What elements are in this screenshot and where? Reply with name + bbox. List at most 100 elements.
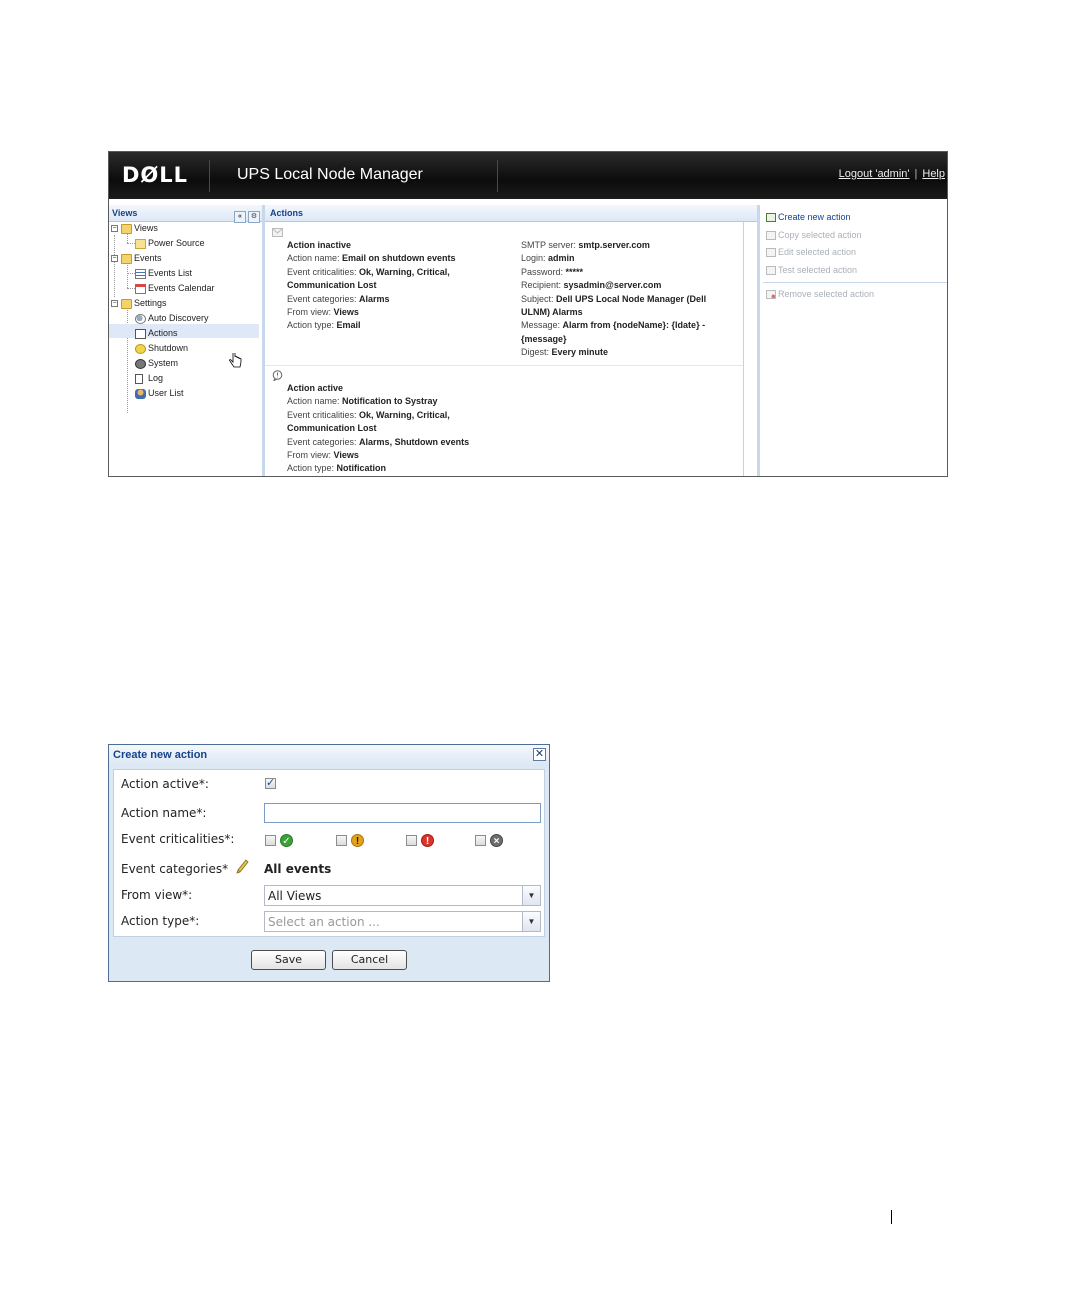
action-active-checkbox[interactable] [265,776,276,789]
tree-item-events-list[interactable]: Events List [135,267,192,280]
tree-line [127,262,128,288]
views-pane-header: Views «⚙ [109,205,262,223]
tree-item-settings[interactable]: Settings [121,297,167,310]
power-source-icon [135,238,146,249]
help-link[interactable]: Help [922,168,945,180]
tree-item-actions[interactable]: Actions [135,327,178,340]
field-label: SMTP server: [521,240,579,250]
dell-logo: DØLL [122,163,189,187]
criticality-ok-checkbox[interactable] [265,835,276,846]
warning-status-icon: ! [351,834,364,847]
from-view: Views [333,307,359,318]
categories: Alarms, Shutdown events [359,436,470,447]
tree-item-events-calendar[interactable]: Events Calendar [135,282,215,295]
collapse-toggle-icon[interactable]: − [111,255,118,262]
create-action-dialog: Create new action ✕ Action active*: Acti… [108,744,550,982]
collapse-icon[interactable]: « [234,211,246,223]
tree-line [127,288,135,289]
dialog-form: Action active*: Action name*: Event crit… [113,769,545,937]
tree-line [127,243,135,244]
criticality-comm-lost-checkbox[interactable] [475,835,486,846]
banner-separator [209,160,210,192]
action-name-input[interactable] [264,803,541,823]
action-divider [265,365,743,366]
recipient: sysadmin@server.com [563,280,662,291]
edit-action-label: Edit selected action [778,247,857,257]
action-type-select[interactable]: Select an action ... ▼ [264,911,541,932]
remove-action-button[interactable]: Remove selected action [766,288,874,300]
from-view-select[interactable]: All Views ▼ [264,885,541,906]
scrollbar[interactable] [743,222,744,476]
field-label: Digest: [521,347,552,358]
dialog-header: Create new action ✕ [109,745,549,766]
action-type-placeholder: Select an action ... [268,915,380,929]
gear-icon[interactable]: ⚙ [248,211,260,223]
remove-icon [766,290,776,300]
field-label: Action name: [287,396,343,407]
tree-item-power-source[interactable]: Power Source [135,237,205,250]
header-banner: DØLL UPS Local Node Manager Logout 'admi… [109,152,947,199]
pencil-icon[interactable] [235,859,249,875]
page-margin-mark [891,1210,892,1224]
critical-status-icon: ! [421,834,434,847]
create-action-label: Create new action [778,212,851,222]
create-action-button[interactable]: Create new action [766,211,851,223]
action-toolbar-pane: Create new action Copy selected action E… [760,205,947,476]
close-icon[interactable]: ✕ [533,748,546,761]
edit-action-button[interactable]: Edit selected action [766,246,856,258]
tree-label: Events [134,253,162,263]
tree-item-shutdown[interactable]: Shutdown [135,342,188,355]
criticality-warning-checkbox[interactable] [336,835,347,846]
list-icon [135,268,146,279]
field-label: Message: [521,320,563,331]
collapse-toggle-icon[interactable]: − [111,300,118,307]
field-label: Action name: [287,253,343,264]
tree-item-views[interactable]: Views [121,222,158,235]
tree-item-events[interactable]: Events [121,252,162,265]
action-item[interactable]: Action inactive Action name: Email on sh… [265,225,743,359]
test-action-button[interactable]: Test selected action [766,264,857,276]
criticality-critical-checkbox[interactable] [406,835,417,846]
tree-item-log[interactable]: Log [135,372,163,385]
tree-item-system[interactable]: System [135,357,178,370]
criticalities-cont: Communication Lost [287,423,377,434]
create-icon [766,213,776,223]
action-name: Email on shutdown events [342,253,456,264]
tree-label: Actions [148,328,178,338]
criticalities-cont: Communication Lost [287,280,377,291]
logout-link[interactable]: Logout 'admin' [839,168,910,180]
categories: Alarms [359,293,390,304]
action-type: Email [336,320,361,331]
action-status: Action active [287,383,344,393]
notification-icon [272,370,283,381]
users-icon [135,388,146,399]
chevron-down-icon[interactable]: ▼ [522,886,540,905]
log-icon [135,373,143,384]
actions-pane-header: Actions [265,205,757,222]
actions-pane: Actions Action inactive Action name: Ema… [265,205,760,476]
action-status: Action inactive [287,240,352,250]
tree-label: Settings [134,298,167,308]
cancel-button[interactable]: Cancel [332,950,407,970]
chevron-down-icon[interactable]: ▼ [522,912,540,931]
action-type: Notification [336,463,387,474]
collapse-toggle-icon[interactable]: − [111,225,118,232]
field-label: Recipient: [521,280,564,291]
tree-label: Auto Discovery [148,313,209,323]
action-name-label: Action name*: [121,806,207,820]
selected-row-highlight [109,324,259,338]
tree-item-user-list[interactable]: User List [135,387,184,400]
field-label: From view: [287,450,334,461]
save-button[interactable]: Save [251,950,326,970]
action-name: Notification to Systray [342,396,438,407]
event-criticalities-label: Event criticalities*: [121,832,235,846]
action-item[interactable]: Action active Action name: Notification … [265,367,743,476]
copy-action-button[interactable]: Copy selected action [766,229,862,241]
tree-item-auto-discovery[interactable]: Auto Discovery [135,312,209,325]
digest: Every minute [551,347,609,358]
field-label: Action type: [287,320,337,331]
login: admin [548,253,575,264]
folder-icon [121,223,132,234]
actions-icon [135,328,146,339]
action-type-label: Action type*: [121,914,200,928]
